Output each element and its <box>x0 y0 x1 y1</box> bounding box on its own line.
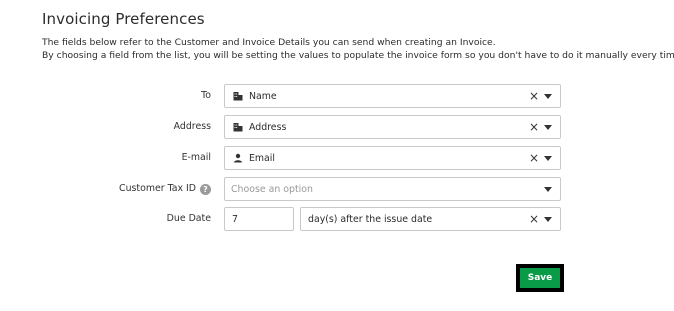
due-date-label: Due Date <box>166 213 211 224</box>
close-icon[interactable]: × <box>528 152 540 164</box>
to-row: To Name × <box>0 84 674 108</box>
chevron-down-icon[interactable] <box>544 124 552 130</box>
close-icon[interactable]: × <box>528 213 540 225</box>
to-value: Name <box>249 90 277 102</box>
email-row: E-mail Email × <box>0 146 674 170</box>
due-period-select[interactable]: day(s) after the issue date × <box>300 207 561 231</box>
description-line-1: The fields below refer to the Customer a… <box>42 37 496 48</box>
due-date-row: Due Date 7 day(s) after the issue date × <box>0 207 674 231</box>
chevron-down-icon[interactable] <box>544 216 552 222</box>
building-icon <box>231 122 245 132</box>
tax-id-row: Customer Tax ID ? Choose an option <box>0 177 674 201</box>
page-title: Invoicing Preferences <box>42 10 205 28</box>
chevron-down-icon[interactable] <box>544 186 552 192</box>
tax-id-label-group: Customer Tax ID ? <box>119 177 211 201</box>
due-days-input[interactable]: 7 <box>224 207 294 231</box>
address-select[interactable]: Address × <box>224 115 561 139</box>
email-label: E-mail <box>181 152 211 163</box>
to-label: To <box>201 90 211 101</box>
to-select[interactable]: Name × <box>224 84 561 108</box>
close-icon[interactable]: × <box>528 121 540 133</box>
tax-id-placeholder: Choose an option <box>231 183 313 195</box>
due-days-value: 7 <box>232 213 238 225</box>
building-icon <box>231 91 245 101</box>
email-value: Email <box>249 152 276 164</box>
close-icon[interactable]: × <box>528 90 540 102</box>
help-icon[interactable]: ? <box>200 183 211 195</box>
page-description: The fields below refer to the Customer a… <box>42 36 674 62</box>
due-period-value: day(s) after the issue date <box>308 213 433 225</box>
chevron-down-icon[interactable] <box>544 155 552 161</box>
person-icon <box>231 153 245 163</box>
email-select[interactable]: Email × <box>224 146 561 170</box>
address-label: Address <box>173 121 211 132</box>
save-button-frame: Save <box>516 264 564 292</box>
address-value: Address <box>249 121 287 133</box>
tax-id-label: Customer Tax ID <box>119 183 196 194</box>
save-button[interactable]: Save <box>520 268 560 288</box>
description-line-2: By choosing a field from the list, you w… <box>42 50 674 61</box>
address-row: Address Address × <box>0 115 674 139</box>
tax-id-select[interactable]: Choose an option <box>224 177 561 201</box>
chevron-down-icon[interactable] <box>544 93 552 99</box>
